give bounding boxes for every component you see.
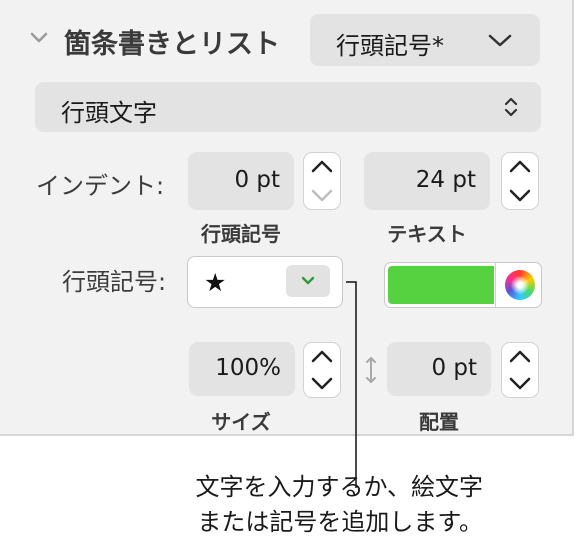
callout-line [346,281,357,488]
callout-text-line1: 文字を入力するか、絵文字 [195,473,483,501]
callout-text-line2: または記号を追加します。 [197,508,483,536]
